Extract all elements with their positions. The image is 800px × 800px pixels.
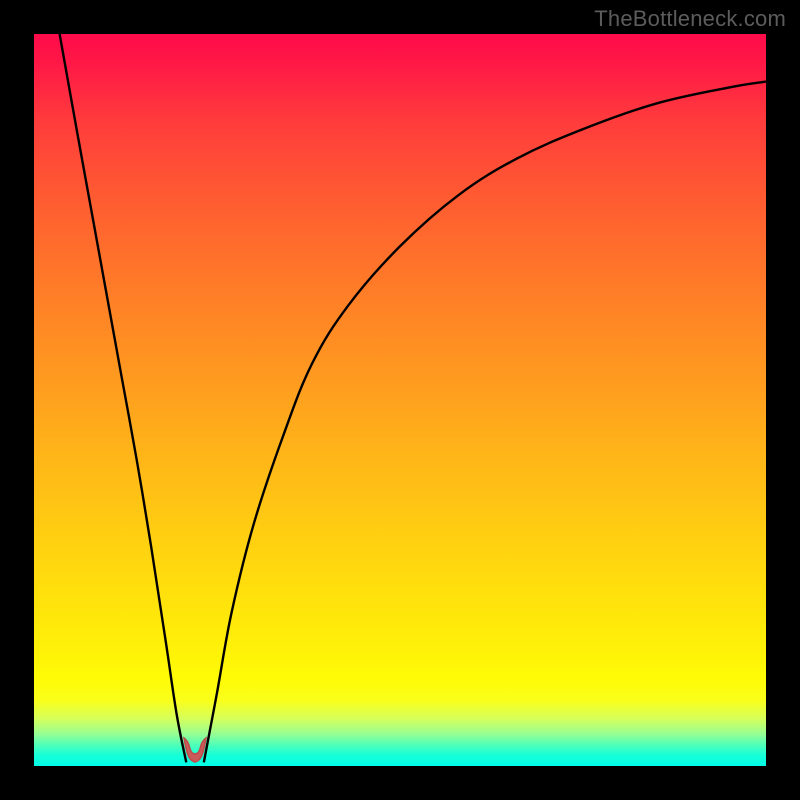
curve-left-branch [60,34,187,762]
attribution-text: TheBottleneck.com [594,6,786,32]
notch-marker-shape [184,738,206,762]
curve-right-branch [204,82,766,763]
chart-frame: TheBottleneck.com [0,0,800,800]
bottleneck-curve [34,34,766,766]
notch-marker [180,736,210,764]
plot-area [34,34,766,766]
